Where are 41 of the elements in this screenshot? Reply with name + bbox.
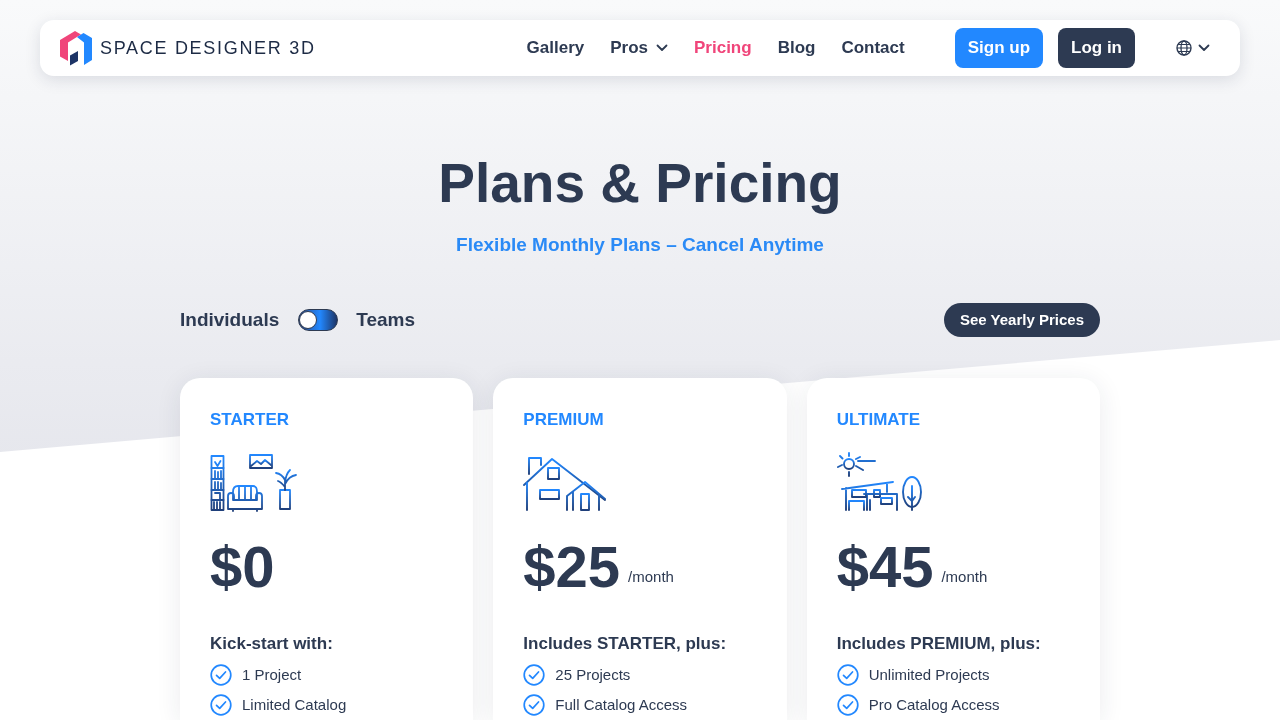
feature-text: 1 Project bbox=[242, 664, 302, 685]
chevron-down-icon bbox=[656, 44, 668, 52]
page-title: Plans & Pricing bbox=[437, 151, 843, 216]
toggle-label: Individuals bbox=[180, 307, 280, 332]
nav-link[interactable]: Contact bbox=[841, 35, 905, 61]
chevron-down-icon bbox=[1198, 44, 1210, 52]
plan-price: $25 bbox=[523, 538, 621, 596]
plan-price: $45 bbox=[836, 538, 934, 596]
feature-text: Limited Catalog bbox=[242, 694, 347, 715]
globe-icon bbox=[1176, 40, 1192, 56]
yearly-prices-button[interactable]: See Yearly Prices bbox=[944, 303, 1100, 337]
price-period: /month bbox=[628, 568, 674, 587]
brand-name: SPACE DESIGNER 3D bbox=[100, 36, 316, 60]
logo-icon bbox=[60, 30, 92, 66]
check-circle-icon bbox=[210, 664, 232, 686]
toggle-label: Teams bbox=[356, 307, 416, 332]
log-in-button[interactable]: Log in bbox=[1058, 28, 1135, 68]
language-button[interactable] bbox=[1176, 40, 1210, 56]
nav-link[interactable]: Pros bbox=[610, 35, 668, 61]
nav-link[interactable]: Pricing bbox=[694, 35, 752, 61]
plan-price: $0 bbox=[210, 538, 275, 596]
nav-link[interactable]: Gallery bbox=[526, 35, 585, 61]
check-circle-icon bbox=[836, 694, 859, 716]
features-heading: Kick-start with: bbox=[210, 634, 334, 654]
plan-name: PREMIUM bbox=[523, 410, 605, 430]
nav-link[interactable]: Blog bbox=[777, 35, 816, 61]
check-circle-icon bbox=[836, 664, 859, 686]
plan-name: ULTIMATE bbox=[836, 410, 922, 430]
check-circle-icon bbox=[523, 664, 546, 686]
feature-text: 25 Projects bbox=[555, 664, 631, 685]
feature-text: Pro Catalog Access bbox=[868, 694, 1000, 715]
plan-name: STARTER bbox=[210, 410, 290, 430]
price-period: /month bbox=[941, 568, 988, 587]
check-circle-icon bbox=[523, 694, 546, 716]
features-heading: Includes STARTER, plus: bbox=[523, 634, 728, 654]
feature-text: Full Catalog Access bbox=[555, 694, 688, 715]
features-heading: Includes PREMIUM, plus: bbox=[836, 634, 1042, 654]
check-circle-icon bbox=[210, 694, 232, 716]
page-subtitle: Flexible Monthly Plans – Cancel Anytime bbox=[455, 233, 825, 257]
feature-text: Unlimited Projects bbox=[868, 664, 990, 685]
toggle-switch[interactable] bbox=[298, 309, 339, 331]
